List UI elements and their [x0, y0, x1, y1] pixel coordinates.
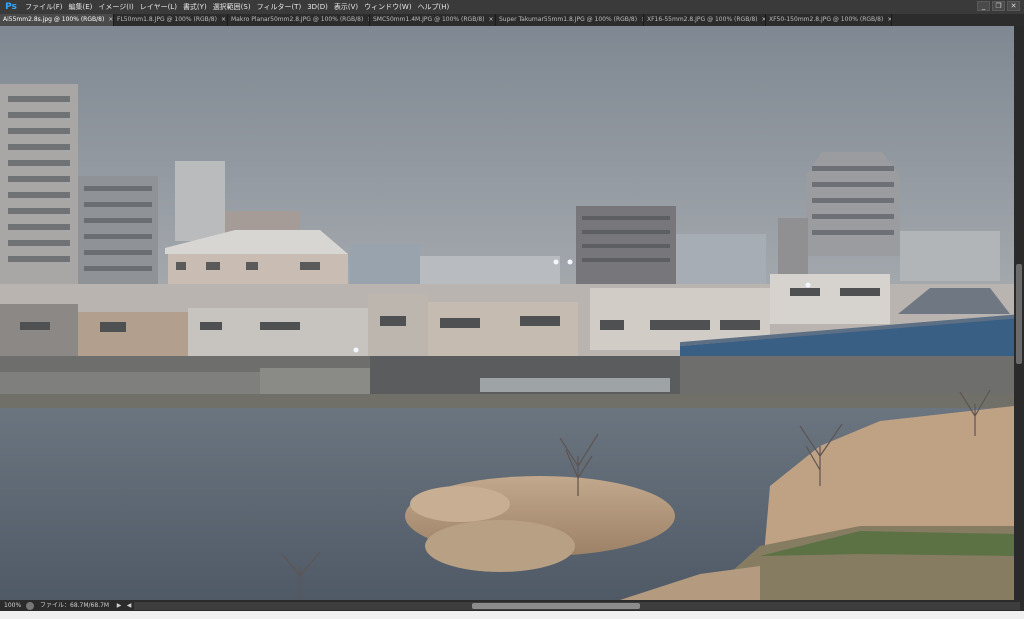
menu-view[interactable]: 表示(V)	[331, 0, 361, 14]
document-size: ファイル：68.7M/68.7M	[40, 602, 110, 609]
menu-layer[interactable]: レイヤー(L)	[137, 0, 180, 14]
menu-select[interactable]: 選択範囲(S)	[210, 0, 254, 14]
window-controls: _ ❐ ✕	[977, 1, 1020, 11]
status-info-icon[interactable]	[26, 601, 34, 610]
document-canvas[interactable]	[0, 26, 1014, 600]
zoom-level[interactable]: 100%	[0, 600, 24, 611]
tab-label: Ai55mm2.8s.jpg @ 100% (RGB/8)	[3, 16, 105, 23]
tab-label: Makro Planar50mm2.8.JPG @ 100% (RGB/8)	[231, 16, 364, 23]
photo-river-cityscape	[0, 26, 1014, 600]
tab-label: SMC50mm1.4M.JPG @ 100% (RGB/8)	[373, 16, 485, 23]
close-window-button[interactable]: ✕	[1007, 1, 1020, 11]
vertical-scroll-thumb[interactable]	[1016, 264, 1022, 364]
status-menu-arrow-icon[interactable]: ▶	[114, 600, 124, 611]
tab-label: Super Takumar55mm1.8.JPG @ 100% (RGB/8)	[499, 16, 638, 23]
menu-help[interactable]: ヘルプ(H)	[415, 0, 453, 14]
tab-smc50mm[interactable]: SMC50mm1.4M.JPG @ 100% (RGB/8) ×	[370, 14, 496, 26]
menu-filter[interactable]: フィルター(T)	[254, 0, 305, 14]
tab-close-icon[interactable]: ×	[489, 14, 494, 26]
horizontal-scroll-thumb[interactable]	[472, 602, 640, 609]
tab-label: FL50mm1.8.JPG @ 100% (RGB/8)	[117, 16, 217, 23]
document-tab-bar: Ai55mm2.8s.jpg @ 100% (RGB/8) × FL50mm1.…	[0, 14, 1024, 26]
status-bar: 100% ファイル：68.7M/68.7M ▶ ◀	[0, 600, 1024, 611]
menu-type[interactable]: 書式(Y)	[180, 0, 210, 14]
scroll-left-arrow-icon[interactable]: ◀	[124, 600, 134, 611]
taskbar-strip	[0, 611, 1024, 619]
menu-window[interactable]: ウィンドウ(W)	[361, 0, 414, 14]
minimize-button[interactable]: _	[977, 1, 990, 11]
menu-image[interactable]: イメージ(I)	[95, 0, 136, 14]
tab-label: XF50-150mm2.8.JPG @ 100% (RGB/8)	[769, 16, 884, 23]
tab-close-icon[interactable]: ×	[887, 14, 891, 26]
tab-close-icon[interactable]: ×	[221, 14, 226, 26]
tab-makro-planar[interactable]: Makro Planar50mm2.8.JPG @ 100% (RGB/8) ×	[228, 14, 370, 26]
menu-file[interactable]: ファイル(F)	[22, 0, 66, 14]
tab-xf16-55mm[interactable]: XF16-55mm2.8.JPG @ 100% (RGB/8) ×	[644, 14, 766, 26]
menu-edit[interactable]: 編集(E)	[66, 0, 96, 14]
tab-label: XF16-55mm2.8.JPG @ 100% (RGB/8)	[647, 16, 758, 23]
menu-bar: Ps ファイル(F) 編集(E) イメージ(I) レイヤー(L) 書式(Y) 選…	[0, 0, 1024, 14]
tab-close-icon[interactable]: ×	[108, 14, 113, 26]
tab-super-takumar[interactable]: Super Takumar55mm1.8.JPG @ 100% (RGB/8) …	[496, 14, 644, 26]
tab-xf50-150mm[interactable]: XF50-150mm2.8.JPG @ 100% (RGB/8) ×	[766, 14, 892, 26]
menu-3d[interactable]: 3D(D)	[304, 0, 331, 14]
horizontal-scrollbar[interactable]	[134, 601, 1020, 610]
vertical-scrollbar[interactable]	[1014, 26, 1024, 600]
tab-fl50mm[interactable]: FL50mm1.8.JPG @ 100% (RGB/8) ×	[114, 14, 228, 26]
photoshop-logo: Ps	[0, 0, 22, 14]
tab-ai55mm[interactable]: Ai55mm2.8s.jpg @ 100% (RGB/8) ×	[0, 14, 114, 26]
restore-button[interactable]: ❐	[992, 1, 1005, 11]
